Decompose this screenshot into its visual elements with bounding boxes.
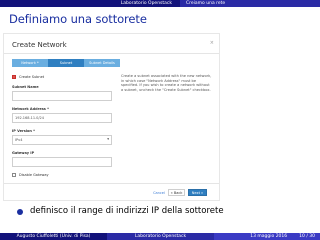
network-address-label: Network Address * <box>12 107 49 111</box>
header-section: Laboratorio Openstack <box>0 0 180 7</box>
disable-gateway-checkbox[interactable] <box>12 173 16 177</box>
gateway-ip-input[interactable] <box>12 157 112 167</box>
footer-author: Augusto Ciuffoletti (Univ. di Pisa) <box>0 233 107 240</box>
cancel-button[interactable]: Cancel <box>152 189 166 196</box>
wizard-filler <box>120 59 213 67</box>
footer-page: 10 / 30 <box>299 234 315 239</box>
create-subnet-checkbox[interactable] <box>12 75 16 79</box>
tab-subnet-details[interactable]: Subnet Details <box>84 59 120 67</box>
frame-title: Definiamo una sottorete <box>9 12 147 26</box>
back-button[interactable]: « Back <box>168 189 185 196</box>
subnet-name-input[interactable] <box>12 91 112 101</box>
gateway-ip-label: Gateway IP <box>12 151 35 155</box>
chevron-down-icon: ▾ <box>107 137 109 141</box>
beamer-header: Laboratorio Openstack Creiamo una rete <box>0 0 320 7</box>
dialog-title: Create Network <box>12 41 67 49</box>
tab-subnet[interactable]: Subnet <box>48 59 84 67</box>
footer-title: Laboratorio Openstack <box>107 233 214 240</box>
create-subnet-label: Create Subnet <box>19 75 45 79</box>
ip-version-value: IPv4 <box>15 138 23 142</box>
close-icon[interactable]: × <box>210 40 214 46</box>
next-button[interactable]: Next » <box>188 189 207 196</box>
footer-date: 13 maggio 2016 <box>250 234 288 239</box>
subnet-name-label: Subnet Name <box>12 85 39 89</box>
network-address-input[interactable]: 192.168.11.0/24 <box>12 113 112 123</box>
disable-gateway-label: Disable Gateway <box>19 173 49 177</box>
ip-version-select[interactable]: IPv4 ▾ <box>12 135 112 145</box>
dialog-footer-divider <box>4 183 219 184</box>
create-network-dialog: Create Network × Network * Subnet Subnet… <box>3 33 220 201</box>
subnet-description: Create a subnet associated with the new … <box>121 74 212 92</box>
wizard-steps: Network * Subnet Subnet Details <box>12 59 213 67</box>
ip-version-label: IP Version * <box>12 129 35 133</box>
dialog-divider <box>4 53 219 54</box>
disable-gateway-row[interactable]: Disable Gateway <box>12 173 49 177</box>
header-subsection: Creiamo una rete <box>180 0 320 7</box>
tab-network[interactable]: Network * <box>12 59 48 67</box>
beamer-footer: Augusto Ciuffoletti (Univ. di Pisa) Labo… <box>0 233 320 240</box>
create-subnet-row[interactable]: Create Subnet <box>12 75 44 79</box>
bullet-text: definisco il range di indirizzi IP della… <box>30 206 224 216</box>
footer-right: 13 maggio 2016 10 / 30 <box>214 233 320 240</box>
bullet-icon <box>17 209 23 215</box>
